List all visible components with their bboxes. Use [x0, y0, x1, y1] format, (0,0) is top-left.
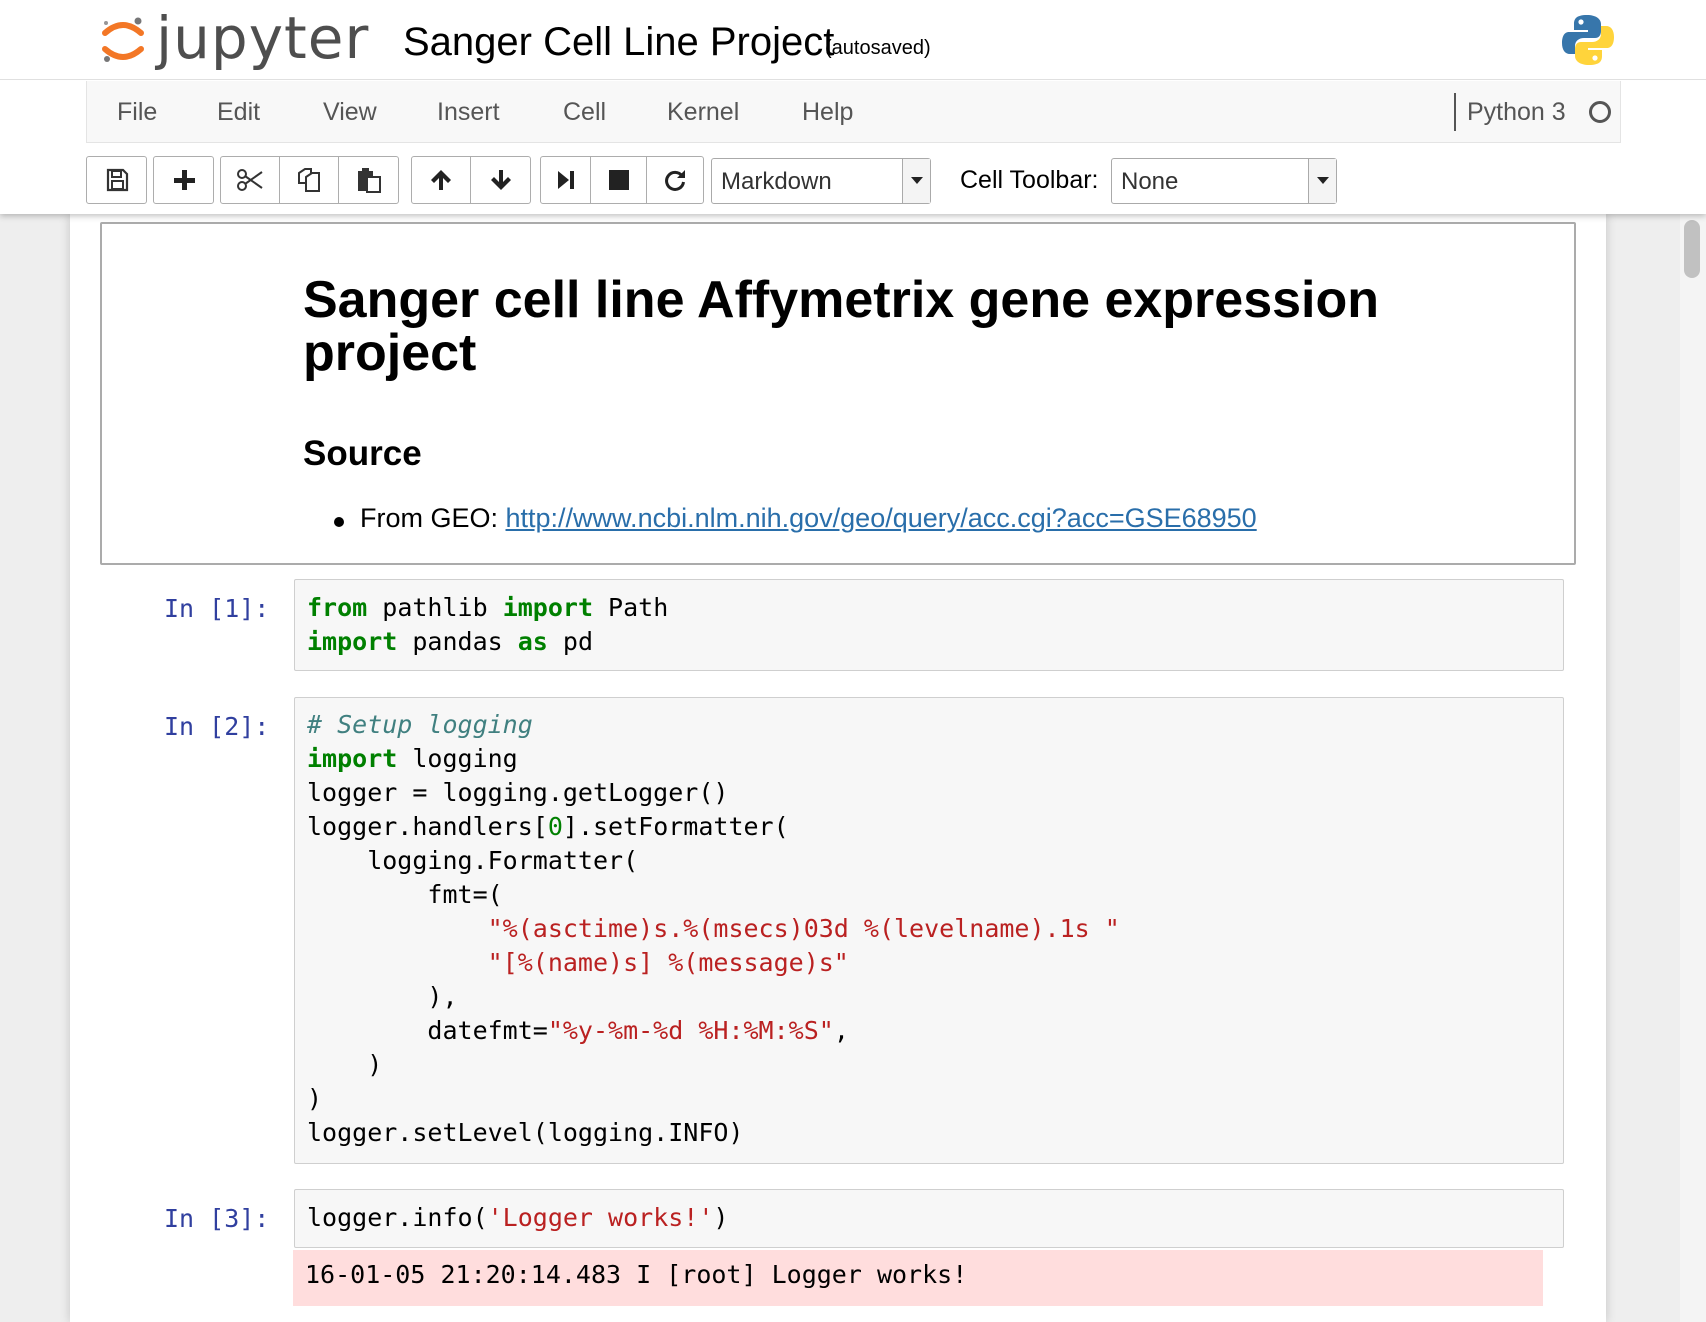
kernel-idle-circle-icon: [1589, 101, 1611, 123]
menu-insert[interactable]: Insert: [437, 98, 500, 127]
save-icon: [106, 168, 128, 192]
kernel-separator: [1454, 93, 1456, 131]
cell-toolbar-value: None: [1121, 168, 1179, 195]
jupyter-logo-icon: [100, 15, 146, 67]
cell-1-prompt: In [1]:: [164, 594, 270, 623]
interrupt-kernel-button[interactable]: [591, 157, 647, 203]
toolbar-group-run: [540, 156, 704, 204]
cell-3-code: logger.info('Logger works!'): [307, 1203, 729, 1232]
source-subheading: Source: [303, 434, 422, 473]
scrollbar-thumb[interactable]: [1684, 220, 1700, 278]
run-next-button[interactable]: [541, 157, 591, 203]
menu-view[interactable]: View: [323, 98, 377, 127]
source-list-item: From GEO: http://www.ncbi.nlm.nih.gov/ge…: [360, 503, 1257, 534]
cell-3-output-text: 16-01-05 21:20:14.483 I [root] Logger wo…: [305, 1260, 968, 1289]
cut-button[interactable]: [221, 157, 280, 203]
toolbar-group-move: [411, 156, 531, 204]
restart-kernel-button[interactable]: [647, 157, 703, 203]
cell-toolbar-select[interactable]: None: [1111, 158, 1337, 204]
chevron-down-icon: [1308, 159, 1336, 203]
restart-icon: [665, 170, 685, 191]
menu-cell[interactable]: Cell: [563, 98, 606, 127]
copy-button[interactable]: [280, 157, 339, 203]
arrow-down-icon: [490, 170, 511, 190]
source-list-prefix: From GEO:: [360, 503, 506, 533]
cell-2-code: # Setup logging import logging logger = …: [307, 710, 1120, 1147]
copy-icon: [298, 168, 320, 192]
stop-icon: [608, 170, 629, 190]
autosave-status: (autosaved): [825, 37, 931, 59]
cell-type-value: Markdown: [721, 168, 832, 195]
insert-cell-button[interactable]: [154, 157, 213, 203]
toolbar-group-save: [86, 156, 147, 204]
menu-file[interactable]: File: [117, 98, 157, 127]
toolbar-group-edit: [220, 156, 399, 204]
toolbar-group-insert: [153, 156, 214, 204]
notebook-name[interactable]: Sanger Cell Line Project: [403, 20, 834, 65]
menubar: File Edit View Insert Cell Kernel Help P…: [86, 81, 1621, 143]
bullet-icon: [334, 517, 344, 527]
kernel-name[interactable]: Python 3: [1467, 98, 1566, 127]
cell-toolbar-label: Cell Toolbar:: [960, 166, 1099, 194]
header-top: jupyter Sanger Cell Line Project (autosa…: [0, 0, 1706, 80]
geo-link[interactable]: http://www.ncbi.nlm.nih.gov/geo/query/ac…: [506, 503, 1257, 533]
run-next-icon: [557, 171, 574, 189]
move-up-button[interactable]: [412, 157, 471, 203]
paste-icon: [357, 168, 381, 193]
cell-3-prompt: In [3]:: [164, 1204, 270, 1233]
cut-icon: [237, 169, 263, 191]
jupyter-logo-text: jupyter: [156, 4, 370, 72]
notebook-heading: Sanger cell line Affymetrix gene express…: [303, 271, 1380, 382]
cell-1-code: from pathlib import Path import pandas a…: [307, 593, 669, 656]
header: jupyter Sanger Cell Line Project (autosa…: [0, 0, 1706, 214]
menu-edit[interactable]: Edit: [217, 98, 260, 127]
menu-kernel[interactable]: Kernel: [667, 98, 739, 127]
plus-icon: [173, 170, 195, 190]
jupyter-logo[interactable]: jupyter: [100, 8, 369, 74]
python-logo-icon: [1560, 12, 1616, 68]
scrollbar-track[interactable]: [1680, 214, 1706, 1322]
save-button[interactable]: [87, 157, 146, 203]
arrow-up-icon: [431, 170, 451, 190]
menu-help[interactable]: Help: [802, 98, 853, 127]
cell-2-prompt: In [2]:: [164, 712, 270, 741]
move-down-button[interactable]: [471, 157, 530, 203]
chevron-down-icon: [902, 159, 930, 203]
paste-button[interactable]: [339, 157, 398, 203]
cell-type-select[interactable]: Markdown: [711, 158, 931, 204]
